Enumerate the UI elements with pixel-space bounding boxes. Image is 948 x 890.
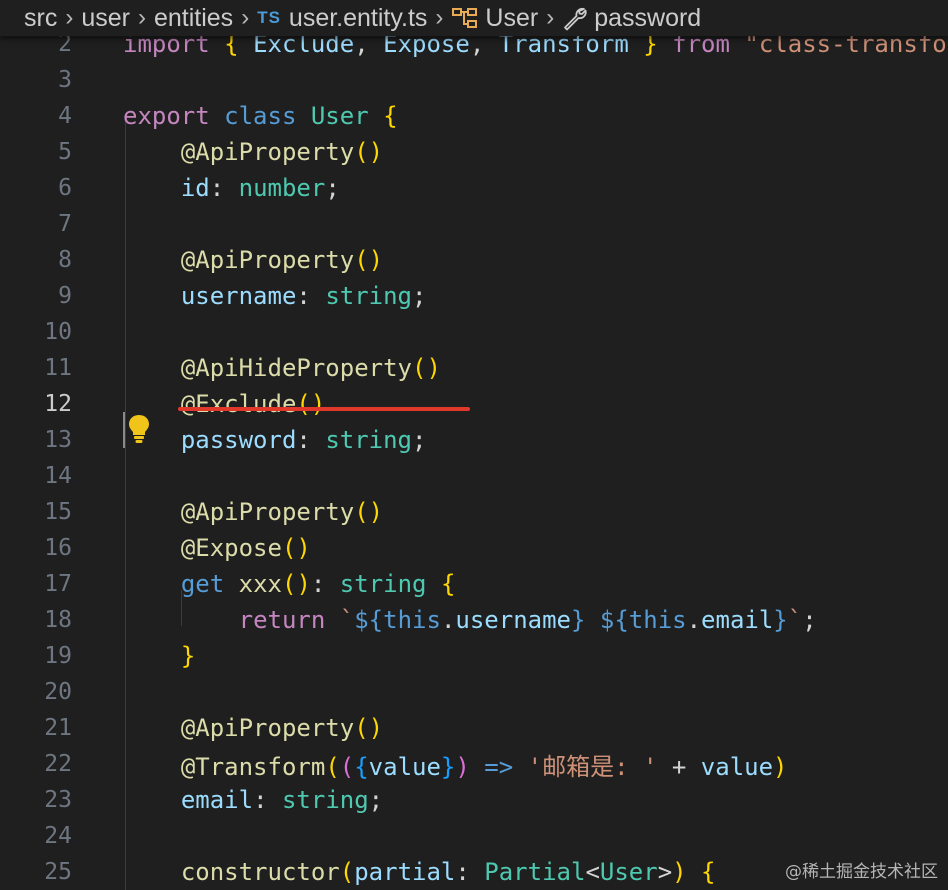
breadcrumb-item-entities[interactable]: entities	[154, 4, 233, 33]
line-number: 3	[58, 67, 72, 93]
code-text: constructor(partial: Partial<User>) {	[180, 858, 716, 886]
line-number: 15	[44, 499, 72, 525]
code-line[interactable]: 23 email: string;	[0, 782, 948, 818]
line-number: 21	[44, 715, 72, 741]
line-number: 25	[44, 859, 72, 885]
lightbulb-icon[interactable]	[127, 414, 151, 444]
code-line[interactable]: 4 export class User {	[0, 98, 948, 134]
breadcrumb-label: src	[24, 3, 58, 32]
line-number: 19	[44, 643, 72, 669]
code-line[interactable]: 10	[0, 314, 948, 350]
chevron-right-icon: ›	[241, 4, 250, 31]
code-line[interactable]: 15 @ApiProperty()	[0, 494, 948, 530]
watermark: @稀土掘金技术社区	[785, 862, 938, 882]
code-text: id: number;	[180, 174, 340, 202]
line-number: 5	[58, 139, 72, 165]
chevron-right-icon: ›	[137, 4, 146, 31]
code-line[interactable]: 19 }	[0, 638, 948, 674]
red-underline-annotation	[178, 407, 470, 411]
code-text: @ApiProperty()	[180, 714, 384, 742]
code-text: @Exclude()	[180, 390, 326, 418]
class-symbol-icon	[451, 6, 479, 30]
line-number: 24	[44, 823, 72, 849]
breadcrumb-item-file[interactable]: TS user.entity.ts	[257, 4, 427, 33]
typescript-file-icon: TS	[257, 8, 281, 27]
line-number: 7	[58, 211, 72, 237]
property-wrench-icon	[562, 5, 588, 31]
code-text: return `${this.username} ${this.email}`;	[238, 606, 817, 634]
chevron-right-icon: ›	[65, 4, 74, 31]
code-line[interactable]: 20	[0, 674, 948, 710]
breadcrumb-item-class[interactable]: User	[451, 4, 538, 33]
breadcrumb-label: entities	[153, 3, 234, 32]
line-number: 23	[44, 787, 72, 813]
line-number: 10	[44, 319, 72, 345]
code-text: @Transform(({value}) => '邮箱是: ' + value)	[180, 752, 788, 781]
code-line[interactable]: 11 @ApiHideProperty()	[0, 350, 948, 386]
code-editor[interactable]: 2 import { Exclude, Expose, Transform } f…	[0, 26, 948, 890]
line-number: 20	[44, 679, 72, 705]
line-number: 8	[58, 247, 72, 273]
line-number: 16	[44, 535, 72, 561]
code-line[interactable]: 16 @Expose()	[0, 530, 948, 566]
breadcrumb-label: password	[594, 3, 702, 32]
code-line[interactable]: 3	[0, 62, 948, 98]
breadcrumb: src › user › entities › TS user.entity.t…	[0, 0, 948, 36]
code-line[interactable]: 21 @ApiProperty()	[0, 710, 948, 746]
line-number: 17	[44, 571, 72, 597]
line-number: 18	[44, 607, 72, 633]
line-number: 14	[44, 463, 72, 489]
code-line[interactable]: 22 @Transform(({value}) => '邮箱是: ' + val…	[0, 746, 948, 782]
code-text: @ApiProperty()	[180, 138, 384, 166]
code-text: }	[180, 642, 196, 670]
code-text: @ApiHideProperty()	[180, 354, 441, 382]
breadcrumb-label: user	[81, 3, 130, 32]
line-number: 11	[44, 355, 72, 381]
code-line[interactable]: 17 get xxx(): string {	[0, 566, 948, 602]
code-line[interactable]: 14	[0, 458, 948, 494]
code-line[interactable]: 24	[0, 818, 948, 854]
breadcrumb-item-src[interactable]: src	[24, 4, 57, 33]
line-number: 4	[58, 103, 72, 129]
line-number: 9	[58, 283, 72, 309]
code-line[interactable]: 5 @ApiProperty()	[0, 134, 948, 170]
line-number: 13	[44, 427, 72, 453]
chevron-right-icon: ›	[546, 4, 555, 31]
breadcrumb-item-property[interactable]: password	[562, 4, 701, 33]
active-line-indicator	[123, 412, 125, 448]
line-number: 12	[44, 391, 72, 417]
code-text: username: string;	[180, 282, 427, 310]
code-text: password: string;	[180, 426, 427, 454]
breadcrumb-label: user.entity.ts	[288, 3, 428, 32]
code-text: export class User {	[123, 102, 398, 130]
code-line[interactable]: 8 @ApiProperty()	[0, 242, 948, 278]
code-line[interactable]: 18 return `${this.username} ${this.email…	[0, 602, 948, 638]
code-line[interactable]: 7	[0, 206, 948, 242]
code-text: email: string;	[180, 786, 384, 814]
code-line[interactable]: 9 username: string;	[0, 278, 948, 314]
code-text: @ApiProperty()	[180, 498, 384, 526]
chevron-right-icon: ›	[435, 4, 444, 31]
code-text: get xxx(): string {	[180, 570, 456, 598]
line-number: 22	[44, 751, 72, 777]
code-text: @ApiProperty()	[180, 246, 384, 274]
breadcrumb-label: User	[485, 3, 539, 32]
breadcrumb-item-user[interactable]: user	[81, 4, 130, 33]
code-text: @Expose()	[180, 534, 311, 562]
line-number: 6	[58, 175, 72, 201]
code-line[interactable]: 6 id: number;	[0, 170, 948, 206]
